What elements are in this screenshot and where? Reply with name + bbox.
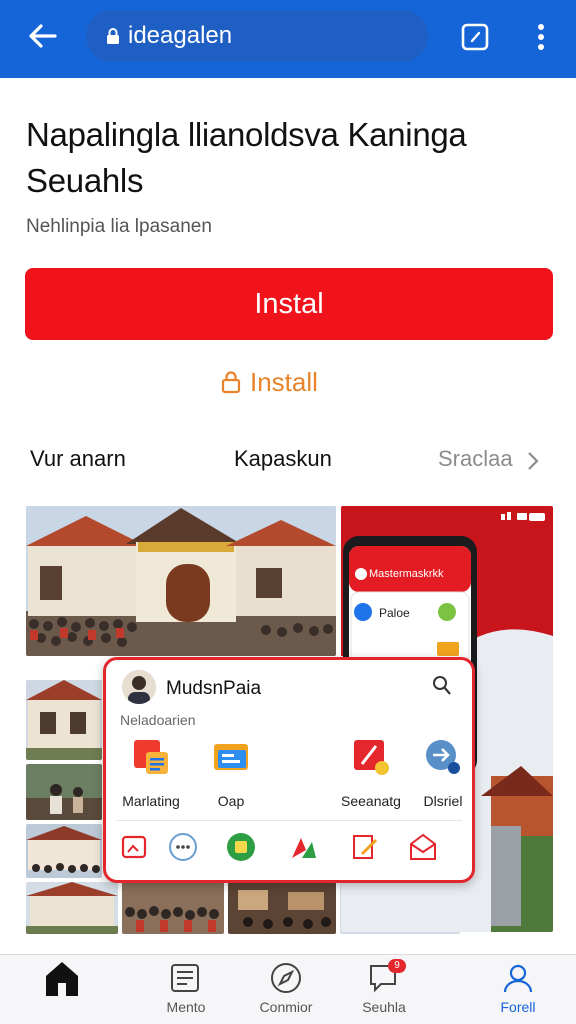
divider xyxy=(116,820,462,821)
tab-switch-button[interactable] xyxy=(456,18,494,56)
share-icon xyxy=(426,740,460,774)
news-icon xyxy=(171,964,199,992)
profile-icon xyxy=(503,964,533,993)
screenshot-building-2[interactable] xyxy=(26,824,102,878)
lock-icon xyxy=(221,371,241,394)
install-secondary-label: Install xyxy=(250,366,318,397)
app-label: Marlating xyxy=(122,793,180,809)
section-tabs: Vur anarn Kapaskun Sraclaa xyxy=(0,440,576,480)
install-button[interactable]: Instal xyxy=(25,268,553,340)
app-label: Dlsriel xyxy=(423,793,463,809)
mail-icon[interactable] xyxy=(408,832,438,862)
nav-home[interactable] xyxy=(14,959,110,999)
address-text: ideagalen xyxy=(128,22,233,49)
people-photo xyxy=(26,764,102,820)
building-photo xyxy=(26,824,102,878)
notification-badge: 9 xyxy=(388,959,406,973)
avatar-icon xyxy=(122,670,156,704)
app-seeanatg[interactable]: Seeanatg xyxy=(336,738,406,809)
house-photo xyxy=(26,882,118,934)
screenshot-building[interactable] xyxy=(26,506,336,656)
message-icon[interactable] xyxy=(168,832,198,862)
home-icon xyxy=(46,962,78,996)
lock-icon xyxy=(107,28,119,44)
phone-header-text: Mastermaskrkk xyxy=(369,568,444,580)
nav-label: Conmior xyxy=(259,999,313,1015)
page-title: Napalingla llianoldsva Kaninga Seuahls xyxy=(26,116,467,199)
tab-overview[interactable]: Vur anarn xyxy=(30,446,126,472)
card-subtitle: Neladoarien xyxy=(120,712,196,728)
nav-profile[interactable]: Forell xyxy=(470,959,566,1015)
gallery-icon[interactable] xyxy=(120,832,150,862)
app-oap[interactable]: Oap xyxy=(196,738,266,809)
arrow-left-icon xyxy=(29,24,57,48)
search-icon[interactable] xyxy=(430,674,454,698)
install-secondary-button[interactable]: Install xyxy=(220,364,318,400)
nav-news[interactable]: Mento xyxy=(138,959,234,1015)
card-title: MudsnPaia xyxy=(166,678,262,699)
screenshot-people-1[interactable] xyxy=(26,764,102,820)
edit-icon[interactable] xyxy=(350,832,380,862)
back-button[interactable] xyxy=(22,18,62,54)
nav-explore[interactable]: Conmior xyxy=(238,959,334,1015)
compass-icon xyxy=(271,963,301,993)
phone-row-text: Paloe xyxy=(379,606,410,620)
share-card: MudsnPaia Neladoarien Marlating Oap Seea… xyxy=(103,657,475,883)
app-label: Oap xyxy=(217,793,245,809)
menu-button[interactable] xyxy=(522,18,560,56)
screenshot-thumb-3[interactable] xyxy=(228,882,336,934)
bottom-navigation: Mento Conmior 9 Seuhla Forell xyxy=(0,954,576,1024)
avatar[interactable] xyxy=(122,670,156,704)
building-photo xyxy=(26,506,336,656)
tab-details[interactable]: Kapaskun xyxy=(234,446,332,472)
browser-toolbar: ideagalen xyxy=(0,0,576,78)
nav-label: Seuhla xyxy=(362,999,406,1015)
nav-label: Forell xyxy=(500,999,536,1015)
pen-tool-icon xyxy=(354,740,389,775)
address-bar[interactable]: ideagalen xyxy=(86,10,428,62)
nav-chat[interactable]: 9 Seuhla xyxy=(336,959,432,1015)
tab-switch-icon xyxy=(461,23,489,51)
tab-more[interactable]: Sraclaa xyxy=(438,446,513,472)
folder-icon xyxy=(214,744,248,770)
app-dlsriel[interactable]: Dlsriel xyxy=(408,738,478,809)
screenshot-thumb-2[interactable] xyxy=(122,882,224,934)
house-photo xyxy=(26,680,102,760)
crowd-photo xyxy=(122,882,224,934)
chevron-right-icon xyxy=(528,452,539,470)
store-icon[interactable] xyxy=(226,832,256,862)
document-chart-icon xyxy=(134,740,168,774)
photos-icon[interactable] xyxy=(288,832,318,862)
page-subtitle: Nehlinpia lia lpasanen xyxy=(26,216,212,237)
more-vertical-icon xyxy=(538,24,544,50)
nav-label: Mento xyxy=(166,999,206,1015)
app-marlating[interactable]: Marlating xyxy=(116,738,186,809)
interior-photo xyxy=(228,882,336,934)
screenshot-thumb-1[interactable] xyxy=(26,882,118,934)
screenshot-house-1[interactable] xyxy=(26,680,102,760)
app-label: Seeanatg xyxy=(341,793,401,809)
